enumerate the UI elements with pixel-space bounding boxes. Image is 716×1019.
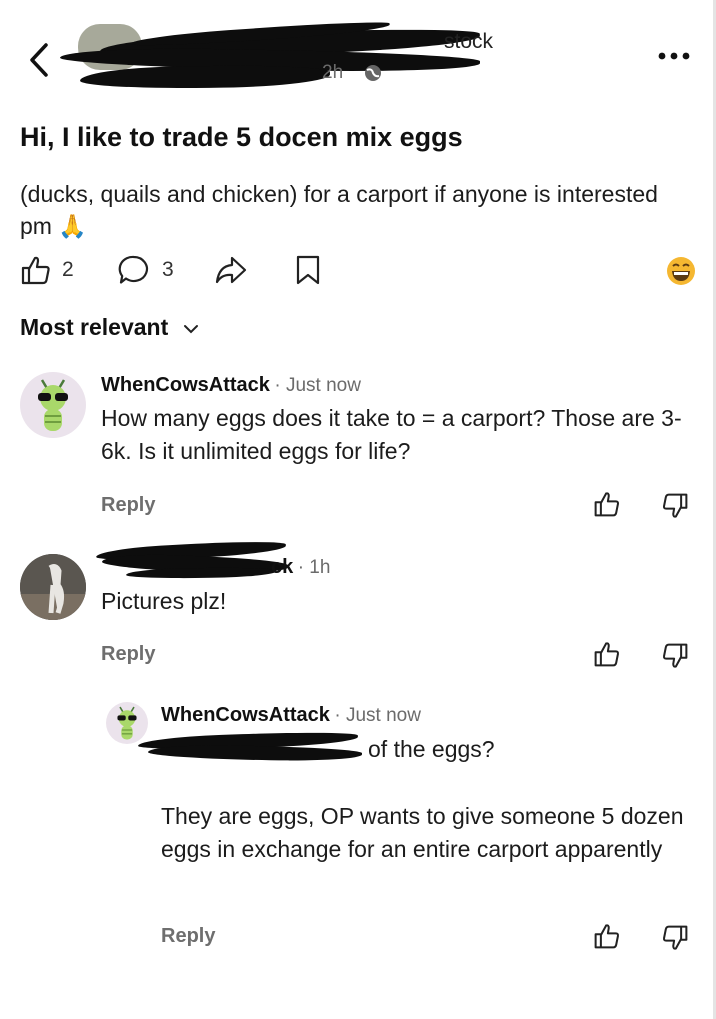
sort-label: Most relevant xyxy=(20,314,169,340)
commenter-avatar[interactable] xyxy=(20,372,86,438)
grinning-face-icon xyxy=(667,257,695,285)
more-options-button[interactable] xyxy=(656,44,692,68)
save-button[interactable] xyxy=(295,254,321,288)
comment-time: · Just now xyxy=(334,705,421,726)
thumbs-down-icon[interactable] xyxy=(661,924,689,952)
post-body: (ducks, quails and chicken) for a carpor… xyxy=(20,178,680,242)
redacted-quote xyxy=(137,730,364,766)
share-button[interactable] xyxy=(214,254,250,288)
comment-bubble-icon xyxy=(118,255,149,284)
redacted-header xyxy=(59,18,490,92)
group-name-fragment[interactable]: stock xyxy=(444,30,493,54)
thumbs-up-icon xyxy=(21,256,50,285)
comment-time: · Just now xyxy=(274,375,361,396)
comment-header: ck · 1h xyxy=(271,556,330,579)
bookmark-icon xyxy=(296,255,320,285)
comment-header: WhenCowsAttack · Just now xyxy=(161,704,421,727)
sort-dropdown[interactable]: Most relevant xyxy=(20,314,199,341)
bug-sunglasses-avatar-icon xyxy=(38,379,68,431)
post-body-text: (ducks, quails and chicken) for a carpor… xyxy=(20,181,658,239)
back-button[interactable] xyxy=(26,40,52,80)
comment-text: Pictures plz! xyxy=(101,588,227,614)
chevron-left-icon xyxy=(30,43,48,77)
globe-icon xyxy=(365,65,381,81)
comment-text: How many eggs does it take to = a carpor… xyxy=(101,405,682,464)
commenter-avatar[interactable] xyxy=(20,554,86,620)
thumbs-up-icon[interactable] xyxy=(593,490,621,518)
comment-author-fragment[interactable]: ck xyxy=(271,556,293,578)
comment-author[interactable]: WhenCowsAttack xyxy=(161,704,330,726)
comment-text: They are eggs, OP wants to give someone … xyxy=(161,803,684,862)
reply-button[interactable]: Reply xyxy=(101,643,155,666)
thumbs-down-icon[interactable] xyxy=(661,642,689,670)
like-count: 2 xyxy=(62,258,74,281)
praying-hands-emoji: 🙏 xyxy=(58,213,87,239)
more-horizontal-icon xyxy=(658,52,690,60)
like-button[interactable]: 2 xyxy=(20,254,80,288)
comment-button[interactable]: 3 xyxy=(118,254,184,288)
horse-photo-avatar-icon xyxy=(20,554,86,620)
post-title: Hi, I like to trade 5 docen mix eggs xyxy=(20,122,463,152)
reaction-button[interactable] xyxy=(666,256,696,286)
comment-count: 3 xyxy=(162,258,174,281)
comment-time: · 1h xyxy=(297,557,331,578)
reply-button[interactable]: Reply xyxy=(101,494,155,517)
comment-header: WhenCowsAttack · Just now xyxy=(101,374,361,397)
reply-button[interactable]: Reply xyxy=(161,925,215,948)
post-time: 2h xyxy=(322,62,344,83)
comment-quote-line: of the eggs? xyxy=(368,736,495,762)
comment-author[interactable]: WhenCowsAttack xyxy=(101,374,270,396)
thumbs-up-icon[interactable] xyxy=(593,922,621,950)
thumbs-down-icon[interactable] xyxy=(661,492,689,520)
thumbs-up-icon[interactable] xyxy=(593,640,621,668)
share-arrow-icon xyxy=(215,256,247,284)
redacted-author xyxy=(95,539,296,582)
chevron-down-icon xyxy=(183,325,198,334)
